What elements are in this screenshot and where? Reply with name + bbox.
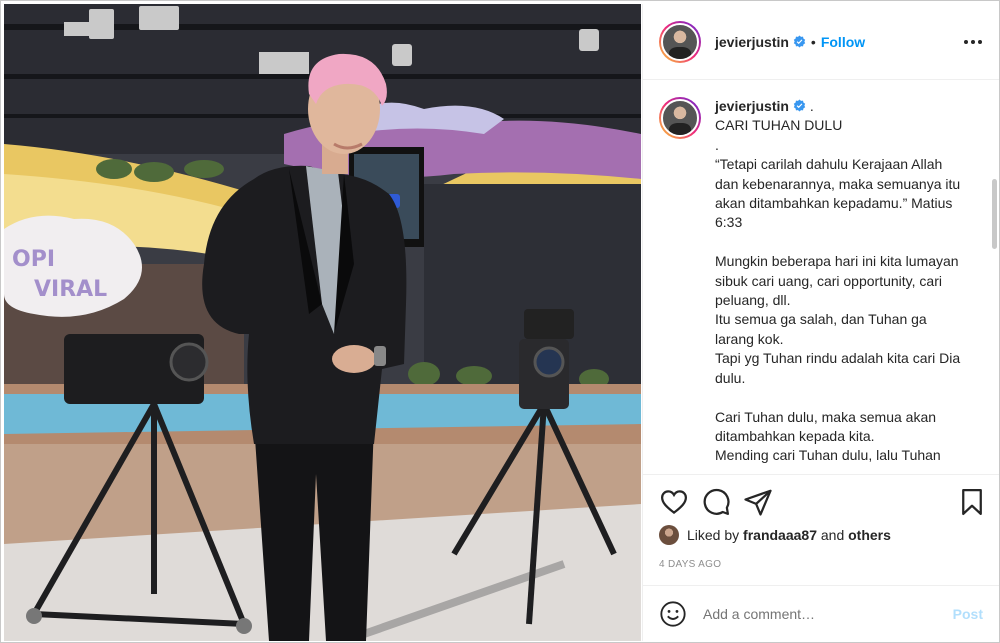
liked-prefix: Liked by <box>687 527 740 543</box>
verified-badge-icon <box>793 35 806 48</box>
heart-icon[interactable] <box>659 487 689 517</box>
separator-dot: • <box>810 33 816 50</box>
more-icon[interactable] <box>963 32 983 52</box>
caption-dot: . <box>809 98 814 114</box>
caption-line: Mending cari Tuhan dulu, lalu Tuhan <box>715 447 941 464</box>
post-photo[interactable]: OPI VIRAL <box>4 4 641 641</box>
caption-line: Cari Tuhan dulu, maka semua akan ditamba… <box>715 408 940 444</box>
liked-and: and <box>820 527 845 543</box>
comment-input[interactable] <box>703 606 953 622</box>
caption-line <box>715 388 965 407</box>
post-window: OPI VIRAL jevierjustin • Follow jevierju… <box>0 0 1000 643</box>
bookmark-icon[interactable] <box>957 487 987 517</box>
caption-line: Mungkin beberapa hari ini kita lumayan s… <box>715 253 963 309</box>
post-header: jevierjustin • Follow <box>643 4 999 80</box>
sign-text-1: OPI <box>12 247 55 272</box>
caption-line: Tapi yg Tuhan rindu adalah kita cari Dia… <box>715 350 965 386</box>
caption-body: jevierjustin . CARI TUHAN DULU . “Tetapi… <box>715 97 965 466</box>
caption-line: CARI TUHAN DULU <box>715 117 843 134</box>
avatar[interactable] <box>659 20 701 63</box>
sign-text-2: VIRAL <box>34 277 107 302</box>
liker-username[interactable]: frandaaa87 <box>743 527 817 543</box>
liked-by-row: Liked by frandaaa87 and others <box>659 525 891 545</box>
caption-username[interactable]: jevierjustin <box>715 98 789 114</box>
caption-text: CARI TUHAN DULU . “Tetapi carilah dahulu… <box>715 116 965 465</box>
share-icon[interactable] <box>743 487 773 517</box>
caption-line: Itu semua ga salah, dan Tuhan ga larang … <box>715 311 931 347</box>
post-side-panel: jevierjustin • Follow jevierjustin . CAR… <box>642 4 999 643</box>
smile-icon[interactable] <box>659 600 687 628</box>
caption-scrollbar[interactable] <box>992 179 997 249</box>
follow-button[interactable]: Follow <box>821 34 865 50</box>
comment-bar: Post <box>643 585 999 642</box>
post-comment-button[interactable]: Post <box>953 606 983 622</box>
liker-avatar[interactable] <box>659 525 679 545</box>
caption-row: jevierjustin . CARI TUHAN DULU . “Tetapi… <box>643 81 999 466</box>
comment-icon[interactable] <box>701 487 731 517</box>
verified-badge-icon <box>793 99 806 112</box>
post-actions: Liked by frandaaa87 and others 4 DAYS AG… <box>643 474 999 643</box>
liked-others-link[interactable]: others <box>848 527 891 543</box>
header-username[interactable]: jevierjustin <box>715 34 789 50</box>
post-age[interactable]: 4 DAYS AGO <box>659 559 721 570</box>
caption-line: . <box>715 136 719 153</box>
caption-line: “Tetapi carilah dahulu Kerajaan Allah da… <box>715 156 965 231</box>
action-icons <box>655 485 987 519</box>
caption-scroll-area[interactable]: jevierjustin . CARI TUHAN DULU . “Tetapi… <box>643 81 999 474</box>
caption-line <box>715 233 965 252</box>
caption-avatar[interactable] <box>659 97 701 139</box>
